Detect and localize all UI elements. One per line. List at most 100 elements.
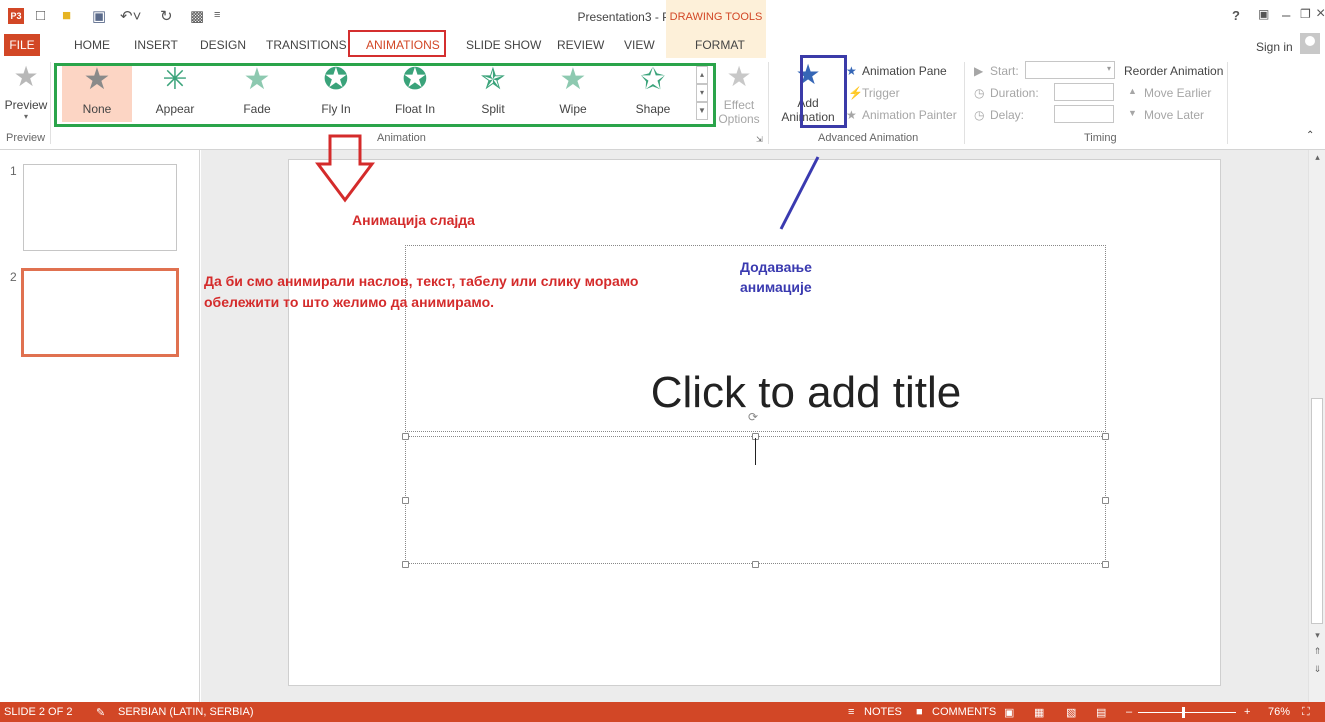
scroll-up-icon[interactable]: ▴ — [1310, 152, 1325, 163]
comments-button[interactable]: COMMENTS — [932, 706, 996, 718]
ribbon-tabs: HOME INSERT DESIGN TRANSITIONS ANIMATION… — [0, 32, 1325, 58]
avatar[interactable] — [1300, 33, 1320, 54]
animation-gallery-highlight — [54, 63, 716, 127]
animation-painter-button[interactable]: Animation Painter — [862, 108, 957, 122]
zoom-slider-track[interactable] — [1138, 712, 1236, 713]
collapse-ribbon-icon[interactable]: ⌃ — [1306, 130, 1314, 141]
resize-handle[interactable] — [402, 497, 409, 504]
window-title: Presentation3 - PowerPoint — [577, 10, 724, 24]
preview-button[interactable]: ★ Preview ▾ — [4, 62, 48, 128]
duration-label: Duration: — [990, 86, 1039, 100]
animation-painter-icon: ★ — [846, 108, 857, 122]
move-earlier-icon: ▲ — [1128, 86, 1137, 96]
trigger-icon: ⚡ — [848, 86, 863, 100]
status-bar: SLIDE 2 OF 2 ✎ SERBIAN (LATIN, SERBIA) ≡… — [0, 702, 1325, 722]
group-separator — [964, 62, 965, 144]
animation-group-label: Animation — [377, 132, 426, 144]
sign-in-link[interactable]: Sign in — [1256, 40, 1293, 54]
tab-transitions[interactable]: TRANSITIONS — [266, 38, 347, 52]
duration-stepper[interactable] — [1054, 83, 1114, 101]
start-icon: ▶ — [974, 64, 984, 78]
rotate-handle-icon[interactable]: ⟳ — [748, 410, 758, 424]
instruction-annotation-line2: обележити то што желимо да анимирамо. — [204, 294, 495, 310]
advanced-animation-group-label: Advanced Animation — [818, 132, 919, 144]
restore-button[interactable]: ❐ — [1300, 7, 1311, 21]
reading-view-icon[interactable]: ▧ — [1066, 706, 1076, 719]
resize-handle[interactable] — [752, 561, 759, 568]
previous-slide-icon[interactable]: ⇑ — [1310, 646, 1325, 657]
fit-to-window-icon[interactable]: ⛶ — [1302, 706, 1310, 719]
zoom-slider-thumb[interactable] — [1182, 707, 1185, 718]
delay-stepper[interactable] — [1054, 105, 1114, 123]
ribbon: ★ Preview ▾ Preview ★ None ✳ Appear ★ Fa… — [0, 55, 1325, 150]
group-separator — [1227, 62, 1228, 144]
group-separator — [50, 62, 51, 144]
close-button[interactable]: × — [1316, 5, 1325, 23]
animations-tab-highlight — [348, 30, 446, 57]
start-label: Start: — [990, 64, 1019, 78]
language-indicator[interactable]: SERBIAN (LATIN, SERBIA) — [118, 706, 254, 718]
animation-pane-button[interactable]: Animation Pane — [862, 64, 947, 78]
tab-home[interactable]: HOME — [74, 38, 110, 52]
dropdown-arrow-icon: ▾ — [1106, 64, 1111, 73]
timing-group-label: Timing — [1084, 132, 1117, 144]
resize-handle[interactable] — [1102, 561, 1109, 568]
slide-sorter-icon[interactable]: ▦ — [1034, 706, 1044, 719]
scroll-down-icon[interactable]: ▾ — [1310, 630, 1325, 641]
slide-counter: SLIDE 2 OF 2 — [4, 706, 73, 718]
move-later-icon: ▼ — [1128, 108, 1137, 118]
resize-handle[interactable] — [402, 561, 409, 568]
spell-check-icon[interactable]: ✎ — [96, 706, 105, 719]
tab-insert[interactable]: INSERT — [134, 38, 178, 52]
slide-show-icon[interactable]: ▤ — [1096, 706, 1106, 719]
tab-review[interactable]: REVIEW — [557, 38, 604, 52]
minimize-button[interactable]: – — [1282, 7, 1290, 24]
comments-icon: ■ — [916, 706, 923, 718]
resize-handle[interactable] — [402, 433, 409, 440]
preview-star-icon: ★ — [13, 61, 39, 92]
trigger-button[interactable]: Trigger — [862, 86, 900, 100]
title-bar: P3 □ ■ ▣ ↶˅ ↻ ▩ ≡ Presentation3 - PowerP… — [0, 0, 1325, 32]
delay-icon: ◷ — [974, 108, 985, 122]
slide-thumbnail-1[interactable] — [23, 164, 177, 251]
group-separator — [768, 62, 769, 144]
scroll-thumb[interactable] — [1311, 398, 1323, 624]
add-animation-annotation-line2: анимације — [740, 279, 812, 295]
add-animation-highlight — [800, 55, 847, 128]
tab-slide-show[interactable]: SLIDE SHOW — [466, 38, 541, 52]
tab-view[interactable]: VIEW — [624, 38, 655, 52]
help-button[interactable]: ? — [1232, 8, 1240, 23]
text-cursor — [755, 438, 756, 465]
zoom-level[interactable]: 76% — [1268, 706, 1290, 718]
start-dropdown[interactable]: ▾ — [1025, 61, 1115, 79]
normal-view-icon[interactable]: ▣ — [1004, 706, 1014, 719]
resize-handle[interactable] — [1102, 497, 1109, 504]
move-earlier-button[interactable]: Move Earlier — [1144, 86, 1211, 100]
drawing-tools-label: DRAWING TOOLS — [669, 11, 763, 23]
tab-format[interactable]: FORMAT — [695, 38, 745, 52]
vertical-scrollbar[interactable]: ▴ ▾ ⇑ ⇓ — [1308, 150, 1325, 702]
effect-options-button[interactable]: ★ Effect Options — [716, 62, 762, 128]
preview-group-label: Preview — [6, 132, 46, 144]
notes-icon: ≡ — [848, 706, 855, 718]
next-slide-icon[interactable]: ⇓ — [1310, 664, 1325, 675]
slide-animation-annotation: Анимација слајда — [352, 212, 475, 228]
reorder-animation-label: Reorder Animation — [1124, 64, 1224, 78]
animation-pane-icon: ★ — [846, 64, 857, 78]
slide-thumbnails-pane: 1 2 — [0, 150, 200, 702]
slide-thumbnail-2[interactable] — [21, 268, 179, 357]
zoom-out-button[interactable]: – — [1126, 706, 1132, 718]
resize-handle[interactable] — [1102, 433, 1109, 440]
slide-number: 1 — [10, 164, 17, 178]
instruction-annotation-line1: Да би смо анимирали наслов, текст, табел… — [204, 273, 639, 289]
notes-button[interactable]: NOTES — [864, 706, 902, 718]
zoom-in-button[interactable]: + — [1244, 706, 1250, 718]
slide-number: 2 — [10, 270, 17, 284]
ribbon-display-options-icon[interactable]: ▣ — [1258, 7, 1269, 21]
tab-design[interactable]: DESIGN — [200, 38, 246, 52]
duration-icon: ◷ — [974, 86, 985, 100]
move-later-button[interactable]: Move Later — [1144, 108, 1204, 122]
effect-options-star-icon: ★ — [726, 61, 752, 92]
dialog-launcher-icon[interactable]: ⇲ — [756, 135, 763, 144]
dropdown-arrow-icon: ▾ — [23, 112, 28, 121]
